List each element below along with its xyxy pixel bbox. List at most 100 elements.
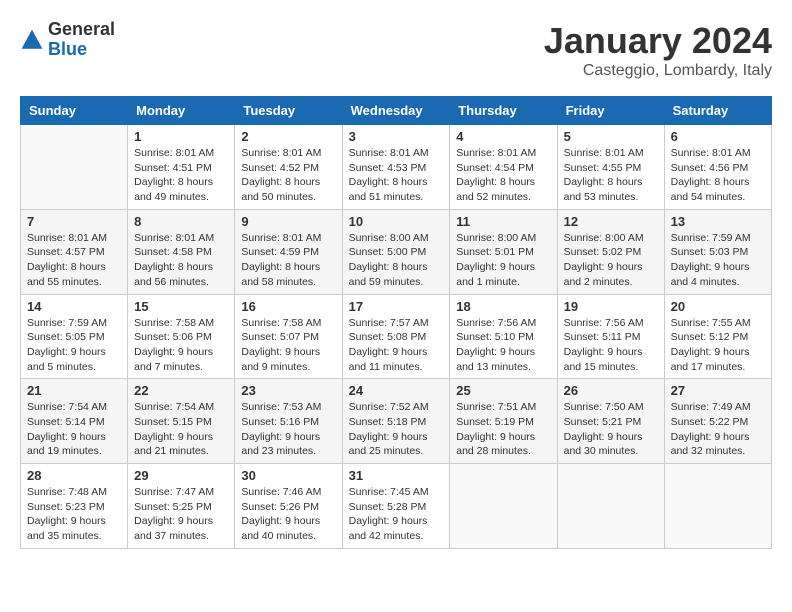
day-number: 30 (241, 468, 335, 483)
day-info: Sunrise: 8:00 AMSunset: 5:02 PMDaylight:… (564, 231, 658, 290)
day-info: Sunrise: 8:01 AMSunset: 4:58 PMDaylight:… (134, 231, 228, 290)
calendar-cell: 25 Sunrise: 7:51 AMSunset: 5:19 PMDayligh… (450, 379, 557, 464)
day-number: 22 (134, 383, 228, 398)
day-number: 8 (134, 214, 228, 229)
day-number: 26 (564, 383, 658, 398)
day-info: Sunrise: 8:01 AMSunset: 4:57 PMDaylight:… (27, 231, 121, 290)
day-info: Sunrise: 8:01 AMSunset: 4:56 PMDaylight:… (671, 146, 765, 205)
day-number: 10 (349, 214, 444, 229)
day-number: 16 (241, 299, 335, 314)
day-number: 24 (349, 383, 444, 398)
calendar-header-thursday: Thursday (450, 97, 557, 125)
day-info: Sunrise: 7:53 AMSunset: 5:16 PMDaylight:… (241, 400, 335, 459)
location-subtitle: Casteggio, Lombardy, Italy (544, 62, 772, 80)
calendar-cell: 28 Sunrise: 7:48 AMSunset: 5:23 PMDayligh… (21, 464, 128, 549)
day-info: Sunrise: 8:00 AMSunset: 5:00 PMDaylight:… (349, 231, 444, 290)
calendar-cell: 15 Sunrise: 7:58 AMSunset: 5:06 PMDayligh… (128, 294, 235, 379)
calendar-cell: 19 Sunrise: 7:56 AMSunset: 5:11 PMDayligh… (557, 294, 664, 379)
day-number: 2 (241, 129, 335, 144)
day-number: 5 (564, 129, 658, 144)
day-info: Sunrise: 7:52 AMSunset: 5:18 PMDaylight:… (349, 400, 444, 459)
day-number: 19 (564, 299, 658, 314)
day-number: 13 (671, 214, 765, 229)
day-number: 18 (456, 299, 550, 314)
day-number: 7 (27, 214, 121, 229)
day-number: 28 (27, 468, 121, 483)
day-number: 14 (27, 299, 121, 314)
calendar-header-monday: Monday (128, 97, 235, 125)
month-year-title: January 2024 (544, 20, 772, 62)
calendar-header-tuesday: Tuesday (235, 97, 342, 125)
calendar-cell (21, 125, 128, 210)
day-number: 9 (241, 214, 335, 229)
day-info: Sunrise: 7:56 AMSunset: 5:11 PMDaylight:… (564, 316, 658, 375)
calendar-cell (450, 464, 557, 549)
calendar-cell: 3 Sunrise: 8:01 AMSunset: 4:53 PMDaylight… (342, 125, 450, 210)
logo: General Blue (20, 20, 115, 60)
calendar-header-saturday: Saturday (664, 97, 771, 125)
calendar-cell: 26 Sunrise: 7:50 AMSunset: 5:21 PMDayligh… (557, 379, 664, 464)
day-number: 4 (456, 129, 550, 144)
logo-text: General Blue (48, 20, 115, 60)
calendar-cell: 14 Sunrise: 7:59 AMSunset: 5:05 PMDayligh… (21, 294, 128, 379)
day-info: Sunrise: 7:56 AMSunset: 5:10 PMDaylight:… (456, 316, 550, 375)
day-info: Sunrise: 8:01 AMSunset: 4:55 PMDaylight:… (564, 146, 658, 205)
day-number: 29 (134, 468, 228, 483)
calendar-cell: 23 Sunrise: 7:53 AMSunset: 5:16 PMDayligh… (235, 379, 342, 464)
calendar-cell: 30 Sunrise: 7:46 AMSunset: 5:26 PMDayligh… (235, 464, 342, 549)
calendar-cell: 6Sunrise: 8:01 AMSunset: 4:56 PMDaylight… (664, 125, 771, 210)
page-header: General Blue January 2024 Casteggio, Lom… (20, 20, 772, 80)
calendar-cell: 21 Sunrise: 7:54 AMSunset: 5:14 PMDayligh… (21, 379, 128, 464)
day-info: Sunrise: 7:57 AMSunset: 5:08 PMDaylight:… (349, 316, 444, 375)
calendar-header-friday: Friday (557, 97, 664, 125)
day-number: 15 (134, 299, 228, 314)
logo-icon (20, 28, 44, 52)
calendar-cell: 22Sunrise: 7:54 AMSunset: 5:15 PMDayligh… (128, 379, 235, 464)
day-number: 17 (349, 299, 444, 314)
day-number: 25 (456, 383, 550, 398)
day-info: Sunrise: 8:01 AMSunset: 4:53 PMDaylight:… (349, 146, 444, 205)
calendar-cell: 24 Sunrise: 7:52 AMSunset: 5:18 PMDayligh… (342, 379, 450, 464)
calendar-cell: 31 Sunrise: 7:45 AMSunset: 5:28 PMDayligh… (342, 464, 450, 549)
calendar-header-sunday: Sunday (21, 97, 128, 125)
day-number: 11 (456, 214, 550, 229)
calendar-cell: 12Sunrise: 8:00 AMSunset: 5:02 PMDayligh… (557, 209, 664, 294)
day-info: Sunrise: 7:51 AMSunset: 5:19 PMDaylight:… (456, 400, 550, 459)
calendar-cell: 7 Sunrise: 8:01 AMSunset: 4:57 PMDaylight… (21, 209, 128, 294)
day-number: 27 (671, 383, 765, 398)
day-number: 1 (134, 129, 228, 144)
calendar-cell: 13Sunrise: 7:59 AMSunset: 5:03 PMDayligh… (664, 209, 771, 294)
day-info: Sunrise: 7:50 AMSunset: 5:21 PMDaylight:… (564, 400, 658, 459)
day-number: 31 (349, 468, 444, 483)
day-info: Sunrise: 7:54 AMSunset: 5:14 PMDaylight:… (27, 400, 121, 459)
day-info: Sunrise: 8:01 AMSunset: 4:59 PMDaylight:… (241, 231, 335, 290)
calendar-cell: 29Sunrise: 7:47 AMSunset: 5:25 PMDayligh… (128, 464, 235, 549)
calendar-cell: 8 Sunrise: 8:01 AMSunset: 4:58 PMDaylight… (128, 209, 235, 294)
calendar-cell: 18 Sunrise: 7:56 AMSunset: 5:10 PMDayligh… (450, 294, 557, 379)
day-info: Sunrise: 7:48 AMSunset: 5:23 PMDaylight:… (27, 485, 121, 544)
day-number: 21 (27, 383, 121, 398)
day-number: 20 (671, 299, 765, 314)
day-number: 23 (241, 383, 335, 398)
calendar-cell: 27Sunrise: 7:49 AMSunset: 5:22 PMDayligh… (664, 379, 771, 464)
calendar-cell: 5 Sunrise: 8:01 AMSunset: 4:55 PMDaylight… (557, 125, 664, 210)
day-info: Sunrise: 7:55 AMSunset: 5:12 PMDaylight:… (671, 316, 765, 375)
calendar-cell: 1Sunrise: 8:01 AMSunset: 4:51 PMDaylight… (128, 125, 235, 210)
calendar-header-wednesday: Wednesday (342, 97, 450, 125)
calendar-cell: 10 Sunrise: 8:00 AMSunset: 5:00 PMDayligh… (342, 209, 450, 294)
calendar-cell (664, 464, 771, 549)
day-number: 3 (349, 129, 444, 144)
calendar-cell: 4 Sunrise: 8:01 AMSunset: 4:54 PMDaylight… (450, 125, 557, 210)
calendar-cell (557, 464, 664, 549)
day-info: Sunrise: 7:45 AMSunset: 5:28 PMDaylight:… (349, 485, 444, 544)
calendar-cell: 16 Sunrise: 7:58 AMSunset: 5:07 PMDayligh… (235, 294, 342, 379)
day-info: Sunrise: 8:01 AMSunset: 4:52 PMDaylight:… (241, 146, 335, 205)
day-info: Sunrise: 7:58 AMSunset: 5:06 PMDaylight:… (134, 316, 228, 375)
calendar-cell: 2 Sunrise: 8:01 AMSunset: 4:52 PMDaylight… (235, 125, 342, 210)
day-info: Sunrise: 7:58 AMSunset: 5:07 PMDaylight:… (241, 316, 335, 375)
day-info: Sunrise: 7:46 AMSunset: 5:26 PMDaylight:… (241, 485, 335, 544)
day-info: Sunrise: 8:01 AMSunset: 4:54 PMDaylight:… (456, 146, 550, 205)
calendar-cell: 20 Sunrise: 7:55 AMSunset: 5:12 PMDayligh… (664, 294, 771, 379)
day-info: Sunrise: 7:59 AMSunset: 5:05 PMDaylight:… (27, 316, 121, 375)
calendar-cell: 9 Sunrise: 8:01 AMSunset: 4:59 PMDaylight… (235, 209, 342, 294)
